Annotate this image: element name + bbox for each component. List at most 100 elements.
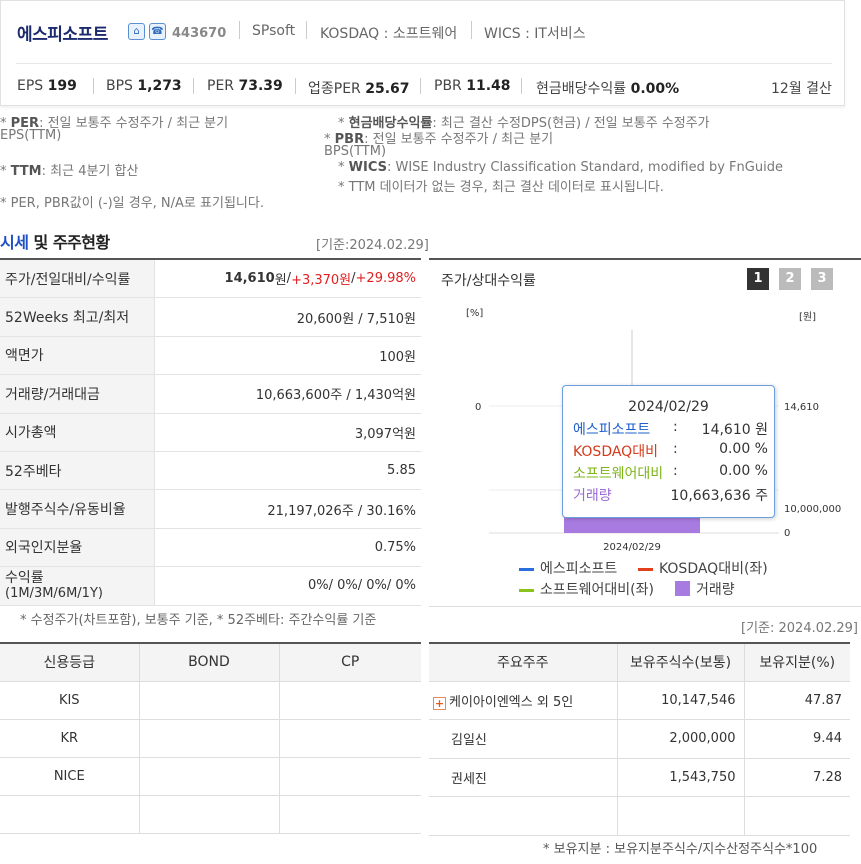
right-tick-label: 14,610 bbox=[784, 402, 819, 413]
divider bbox=[295, 78, 296, 94]
note-wics: * WICS: WISE Industry Classification Sta… bbox=[338, 160, 783, 175]
header-divider bbox=[16, 63, 832, 64]
chart-base-date: [기준: 2024.02.29] bbox=[741, 621, 859, 636]
table-row: 52Weeks 최고/최저 20,600원 / 7,510원 bbox=[0, 298, 421, 337]
divider bbox=[93, 78, 94, 94]
chart-panel: 주가/상대수익률 1 2 3 [%] [원] 0 14,610 10,000,000… bbox=[429, 258, 861, 607]
shares-cell bbox=[616, 796, 744, 836]
legend-item[interactable]: 소프트웨어대비(좌) bbox=[519, 579, 654, 599]
table-row: 52주베타 5.85 bbox=[0, 451, 421, 491]
legend-item[interactable]: 에스피소프트 bbox=[519, 558, 617, 578]
table-row bbox=[429, 796, 850, 836]
holder-name-cell: 김일신 bbox=[429, 719, 617, 759]
company-header: 에스피소프트 ⌂ ☎ 443670 SPsoft KOSDAQ : 소프트웨어 … bbox=[0, 0, 845, 106]
bond-cell bbox=[138, 681, 279, 720]
holder-name-cell bbox=[429, 796, 617, 836]
table-row: 수익률 (1M/3M/6M/1Y) 0%/ 0%/ 0%/ 0% bbox=[0, 567, 421, 606]
cp-cell bbox=[278, 795, 421, 834]
divider bbox=[521, 78, 522, 94]
column-header: BOND bbox=[138, 643, 279, 682]
table-row: 시가총액 3,097억원 bbox=[0, 413, 421, 452]
bond-cell bbox=[138, 795, 279, 834]
credit-rating-table: 신용등급 BOND CP KIS KR NICE bbox=[0, 642, 421, 834]
row-label: 외국인지분율 bbox=[0, 528, 155, 567]
holders-note: * 보유지분 : 보유지분주식수/지수산정주식수*100 bbox=[543, 842, 818, 857]
table-row: + 케이아이엔엑스 외 5인 10,147,546 47.87 bbox=[429, 681, 850, 720]
holder-name-cell[interactable]: + 케이아이엔엑스 외 5인 bbox=[429, 681, 617, 720]
row-value: 21,197,026주 / 30.16% bbox=[267, 503, 416, 519]
shares-cell: 1,543,750 bbox=[616, 758, 744, 797]
divider bbox=[471, 21, 472, 39]
table-row: NICE bbox=[0, 757, 421, 796]
row-label: 주가/전일대비/수익률 bbox=[0, 260, 155, 298]
divider bbox=[420, 78, 421, 94]
note-pbr-2: BPS(TTM) bbox=[324, 144, 387, 159]
column-header: CP bbox=[278, 643, 421, 682]
table-row: KR bbox=[0, 719, 421, 758]
english-name: SPsoft bbox=[252, 23, 296, 39]
agency-cell bbox=[0, 795, 139, 834]
row-value: 20,600원 / 7,510원 bbox=[296, 311, 416, 327]
divider bbox=[193, 78, 194, 94]
stat-bps: BPS 1,273 bbox=[106, 78, 182, 94]
agency-cell: KIS bbox=[0, 681, 139, 720]
left-tick-label: 0 bbox=[475, 402, 481, 413]
pct-cell: 9.44 bbox=[743, 719, 850, 759]
column-header: 보유주식수(보통) bbox=[616, 643, 744, 682]
stat-per: PER 73.39 bbox=[207, 78, 283, 94]
cp-cell bbox=[278, 681, 421, 720]
stat-dividend-yield: 현금배당수익률 0.00% bbox=[536, 81, 680, 97]
column-header: 주요주주 bbox=[429, 643, 617, 682]
divider bbox=[306, 21, 307, 39]
phone-icon[interactable]: ☎ bbox=[149, 23, 166, 40]
legend-item[interactable]: KOSDAQ대비(좌) bbox=[638, 558, 768, 578]
row-label: 발행주식수/유동비율 bbox=[0, 490, 155, 528]
legend-item[interactable]: 거래량 bbox=[675, 579, 735, 599]
stock-code: 443670 bbox=[172, 26, 227, 41]
bond-cell bbox=[138, 719, 279, 758]
market-note: * 수정주가(차트포함), 보통주 기준, * 52주베타: 주간수익률 기준 bbox=[20, 613, 377, 628]
pct-cell: 7.28 bbox=[743, 758, 850, 797]
chart-tooltip: 2024/02/29 에스피소프트 : 14,610 원 KOSDAQ대비 : … bbox=[562, 385, 775, 518]
column-header: 신용등급 bbox=[0, 643, 139, 682]
home-icon[interactable]: ⌂ bbox=[128, 23, 145, 40]
base-date: [기준:2024.02.29] bbox=[316, 238, 429, 253]
shares-cell: 2,000,000 bbox=[616, 719, 744, 759]
row-label: 52주베타 bbox=[0, 451, 155, 490]
section-title: 시세 및 주주현황 bbox=[0, 233, 110, 252]
row-label: 52Weeks 최고/최저 bbox=[0, 298, 155, 336]
row-label: 액면가 bbox=[0, 336, 155, 375]
cp-cell bbox=[278, 719, 421, 758]
row-value: 3,097억원 bbox=[354, 426, 416, 442]
table-header-row: 주요주주 보유주식수(보통) 보유지분(%) bbox=[429, 643, 850, 682]
pct-cell: 47.87 bbox=[743, 681, 850, 720]
row-value: 0.75% bbox=[374, 539, 416, 555]
agency-cell: NICE bbox=[0, 757, 139, 796]
major-shareholders-table: 주요주주 보유주식수(보통) 보유지분(%) + 케이아이엔엑스 외 5인 10,… bbox=[429, 642, 850, 836]
table-row: KIS bbox=[0, 681, 421, 720]
row-label: 시가총액 bbox=[0, 413, 155, 451]
x-tick-label: 2024/02/29 bbox=[603, 542, 661, 553]
price-value: 14,610 원 / +3,370원 / +29.98% bbox=[224, 271, 416, 289]
stat-pbr: PBR 11.48 bbox=[434, 78, 511, 94]
note-ttm-missing: * TTM 데이터가 없는 경우, 최근 결산 데이터로 표시됩니다. bbox=[338, 180, 664, 195]
cp-cell bbox=[278, 757, 421, 796]
company-name[interactable]: 에스피소프트 bbox=[17, 20, 108, 45]
note-na: * PER, PBR값이 (-)일 경우, N/A로 표기됩니다. bbox=[0, 196, 264, 211]
note-per-2: EPS(TTM) bbox=[0, 128, 62, 143]
row-value: 5.85 bbox=[387, 463, 416, 479]
bond-cell bbox=[138, 757, 279, 796]
wics-info: WICS : IT서비스 bbox=[484, 26, 586, 42]
market-info: KOSDAQ : 소프트웨어 bbox=[320, 26, 458, 42]
stat-industry-per: 업종PER 25.67 bbox=[308, 81, 410, 97]
table-row: 액면가 100원 bbox=[0, 336, 421, 376]
table-row: 김일신 2,000,000 9.44 bbox=[429, 719, 850, 759]
row-value: 0%/ 0%/ 0%/ 0% bbox=[307, 578, 416, 594]
pct-cell bbox=[743, 796, 850, 836]
expand-icon[interactable]: + bbox=[433, 696, 446, 710]
shares-cell: 10,147,546 bbox=[616, 681, 744, 720]
right-tick-label: 0 bbox=[784, 528, 790, 539]
table-row: 거래량/거래대금 10,663,600주 / 1,430억원 bbox=[0, 375, 421, 414]
holder-name-cell: 권세진 bbox=[429, 758, 617, 797]
market-table: 주가/전일대비/수익률 14,610 원 / +3,370원 / +29.98% … bbox=[0, 258, 421, 606]
